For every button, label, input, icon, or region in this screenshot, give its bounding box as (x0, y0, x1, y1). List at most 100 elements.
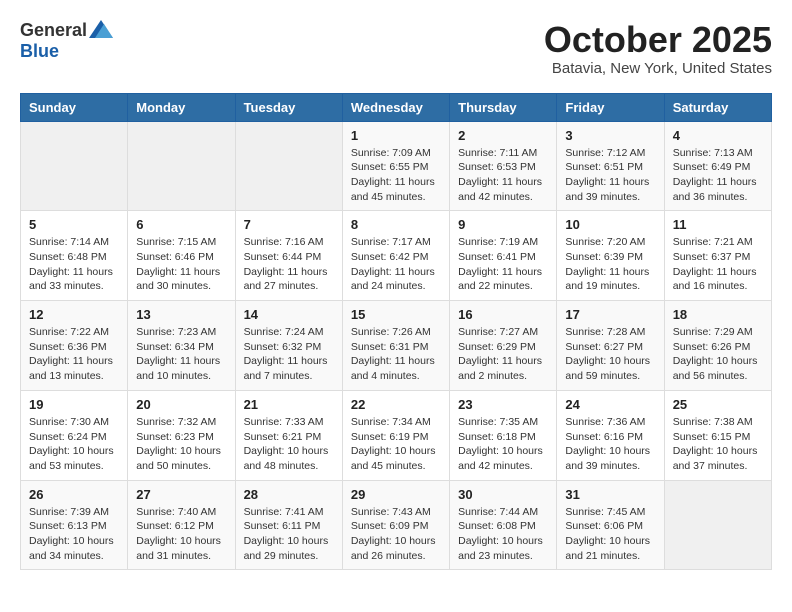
day-info: Sunrise: 7:45 AM Sunset: 6:06 PM Dayligh… (565, 505, 655, 564)
calendar-cell: 16Sunrise: 7:27 AM Sunset: 6:29 PM Dayli… (450, 301, 557, 391)
day-info: Sunrise: 7:39 AM Sunset: 6:13 PM Dayligh… (29, 505, 119, 564)
day-number: 21 (244, 397, 334, 412)
day-info: Sunrise: 7:09 AM Sunset: 6:55 PM Dayligh… (351, 146, 441, 205)
location-text: Batavia, New York, United States (544, 60, 772, 77)
calendar-table: SundayMondayTuesdayWednesdayThursdayFrid… (20, 93, 772, 571)
logo-icon (89, 20, 113, 38)
day-number: 8 (351, 217, 441, 232)
day-info: Sunrise: 7:22 AM Sunset: 6:36 PM Dayligh… (29, 325, 119, 384)
calendar-cell: 3 Sunrise: 7:12 AM Sunset: 6:51 PM Daylig… (557, 121, 664, 211)
calendar-cell: 9 Sunrise: 7:19 AM Sunset: 6:41 PM Daylig… (450, 211, 557, 301)
logo-blue-text: Blue (20, 41, 59, 62)
calendar-week-row: 1 Sunrise: 7:09 AM Sunset: 6:55 PM Daylig… (21, 121, 772, 211)
weekday-header: Saturday (664, 93, 771, 121)
day-number: 2 (458, 128, 548, 143)
day-info: Sunrise: 7:11 AM Sunset: 6:53 PM Dayligh… (458, 146, 548, 205)
calendar-cell: 14 Sunrise: 7:24 AM Sunset: 6:32 PM Dayli… (235, 301, 342, 391)
day-info: Sunrise: 7:19 AM Sunset: 6:41 PM Dayligh… (458, 235, 548, 294)
day-info: Sunrise: 7:41 AM Sunset: 6:11 PM Dayligh… (244, 505, 334, 564)
calendar-cell: 26 Sunrise: 7:39 AM Sunset: 6:13 PM Dayli… (21, 480, 128, 570)
day-number: 27 (136, 487, 226, 502)
day-info: Sunrise: 7:35 AM Sunset: 6:18 PM Dayligh… (458, 415, 548, 474)
calendar-cell: 27 Sunrise: 7:40 AM Sunset: 6:12 PM Dayli… (128, 480, 235, 570)
day-info: Sunrise: 7:32 AM Sunset: 6:23 PM Dayligh… (136, 415, 226, 474)
weekday-header: Wednesday (342, 93, 449, 121)
day-number: 14 (244, 307, 334, 322)
day-info: Sunrise: 7:12 AM Sunset: 6:51 PM Dayligh… (565, 146, 655, 205)
weekday-header: Sunday (21, 93, 128, 121)
calendar-cell: 29Sunrise: 7:43 AM Sunset: 6:09 PM Dayli… (342, 480, 449, 570)
calendar-cell (128, 121, 235, 211)
logo: General Blue (20, 20, 113, 62)
calendar-cell: 11 Sunrise: 7:21 AM Sunset: 6:37 PM Dayli… (664, 211, 771, 301)
day-info: Sunrise: 7:36 AM Sunset: 6:16 PM Dayligh… (565, 415, 655, 474)
calendar-cell: 18Sunrise: 7:29 AM Sunset: 6:26 PM Dayli… (664, 301, 771, 391)
weekday-header: Tuesday (235, 93, 342, 121)
day-number: 5 (29, 217, 119, 232)
day-number: 29 (351, 487, 441, 502)
day-number: 9 (458, 217, 548, 232)
day-info: Sunrise: 7:30 AM Sunset: 6:24 PM Dayligh… (29, 415, 119, 474)
day-number: 17 (565, 307, 655, 322)
weekday-header: Monday (128, 93, 235, 121)
calendar-cell: 20 Sunrise: 7:32 AM Sunset: 6:23 PM Dayli… (128, 390, 235, 480)
calendar-cell (21, 121, 128, 211)
day-number: 26 (29, 487, 119, 502)
calendar-cell: 8 Sunrise: 7:17 AM Sunset: 6:42 PM Daylig… (342, 211, 449, 301)
day-info: Sunrise: 7:14 AM Sunset: 6:48 PM Dayligh… (29, 235, 119, 294)
day-number: 10 (565, 217, 655, 232)
day-info: Sunrise: 7:20 AM Sunset: 6:39 PM Dayligh… (565, 235, 655, 294)
day-info: Sunrise: 7:26 AM Sunset: 6:31 PM Dayligh… (351, 325, 441, 384)
day-info: Sunrise: 7:34 AM Sunset: 6:19 PM Dayligh… (351, 415, 441, 474)
day-number: 12 (29, 307, 119, 322)
calendar-cell: 19Sunrise: 7:30 AM Sunset: 6:24 PM Dayli… (21, 390, 128, 480)
calendar-cell: 1 Sunrise: 7:09 AM Sunset: 6:55 PM Daylig… (342, 121, 449, 211)
calendar-cell: 30 Sunrise: 7:44 AM Sunset: 6:08 PM Dayli… (450, 480, 557, 570)
day-number: 1 (351, 128, 441, 143)
logo-general-text: General (20, 20, 87, 41)
day-number: 3 (565, 128, 655, 143)
day-info: Sunrise: 7:13 AM Sunset: 6:49 PM Dayligh… (673, 146, 763, 205)
day-info: Sunrise: 7:33 AM Sunset: 6:21 PM Dayligh… (244, 415, 334, 474)
weekday-header-row: SundayMondayTuesdayWednesdayThursdayFrid… (21, 93, 772, 121)
day-number: 7 (244, 217, 334, 232)
day-info: Sunrise: 7:16 AM Sunset: 6:44 PM Dayligh… (244, 235, 334, 294)
calendar-cell: 5 Sunrise: 7:14 AM Sunset: 6:48 PM Daylig… (21, 211, 128, 301)
day-number: 31 (565, 487, 655, 502)
calendar-cell: 22 Sunrise: 7:34 AM Sunset: 6:19 PM Dayli… (342, 390, 449, 480)
weekday-header: Thursday (450, 93, 557, 121)
calendar-cell: 28 Sunrise: 7:41 AM Sunset: 6:11 PM Dayli… (235, 480, 342, 570)
calendar-cell: 15 Sunrise: 7:26 AM Sunset: 6:31 PM Dayli… (342, 301, 449, 391)
calendar-cell: 31 Sunrise: 7:45 AM Sunset: 6:06 PM Dayli… (557, 480, 664, 570)
calendar-cell: 13Sunrise: 7:23 AM Sunset: 6:34 PM Dayli… (128, 301, 235, 391)
calendar-cell: 21 Sunrise: 7:33 AM Sunset: 6:21 PM Dayli… (235, 390, 342, 480)
day-info: Sunrise: 7:44 AM Sunset: 6:08 PM Dayligh… (458, 505, 548, 564)
calendar-cell: 2 Sunrise: 7:11 AM Sunset: 6:53 PM Daylig… (450, 121, 557, 211)
day-number: 30 (458, 487, 548, 502)
calendar-cell: 23Sunrise: 7:35 AM Sunset: 6:18 PM Dayli… (450, 390, 557, 480)
day-info: Sunrise: 7:40 AM Sunset: 6:12 PM Dayligh… (136, 505, 226, 564)
day-info: Sunrise: 7:17 AM Sunset: 6:42 PM Dayligh… (351, 235, 441, 294)
day-number: 11 (673, 217, 763, 232)
day-number: 28 (244, 487, 334, 502)
day-info: Sunrise: 7:29 AM Sunset: 6:26 PM Dayligh… (673, 325, 763, 384)
calendar-week-row: 19Sunrise: 7:30 AM Sunset: 6:24 PM Dayli… (21, 390, 772, 480)
title-section: October 2025 Batavia, New York, United S… (544, 20, 772, 77)
day-info: Sunrise: 7:28 AM Sunset: 6:27 PM Dayligh… (565, 325, 655, 384)
calendar-cell: 7 Sunrise: 7:16 AM Sunset: 6:44 PM Daylig… (235, 211, 342, 301)
day-info: Sunrise: 7:24 AM Sunset: 6:32 PM Dayligh… (244, 325, 334, 384)
calendar-cell (235, 121, 342, 211)
day-number: 20 (136, 397, 226, 412)
calendar-cell (664, 480, 771, 570)
calendar-week-row: 26 Sunrise: 7:39 AM Sunset: 6:13 PM Dayli… (21, 480, 772, 570)
calendar-week-row: 12 Sunrise: 7:22 AM Sunset: 6:36 PM Dayli… (21, 301, 772, 391)
day-number: 22 (351, 397, 441, 412)
day-number: 15 (351, 307, 441, 322)
day-number: 6 (136, 217, 226, 232)
day-info: Sunrise: 7:21 AM Sunset: 6:37 PM Dayligh… (673, 235, 763, 294)
month-title: October 2025 (544, 20, 772, 60)
day-info: Sunrise: 7:38 AM Sunset: 6:15 PM Dayligh… (673, 415, 763, 474)
calendar-week-row: 5 Sunrise: 7:14 AM Sunset: 6:48 PM Daylig… (21, 211, 772, 301)
calendar-cell: 17 Sunrise: 7:28 AM Sunset: 6:27 PM Dayli… (557, 301, 664, 391)
day-info: Sunrise: 7:23 AM Sunset: 6:34 PM Dayligh… (136, 325, 226, 384)
